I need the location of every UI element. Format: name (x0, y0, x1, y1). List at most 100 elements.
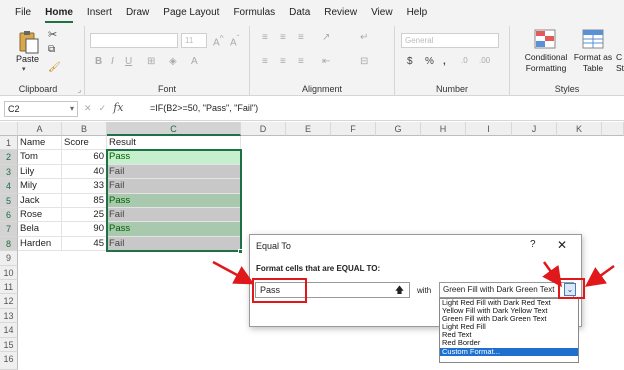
name-box-chevron-icon[interactable]: ▾ (70, 102, 74, 116)
cell-b8[interactable]: 45 (62, 236, 107, 252)
borders-icon[interactable]: ⊞ (147, 56, 155, 67)
currency-icon[interactable]: $ (407, 56, 413, 67)
merge-center-icon[interactable]: ⊟ (360, 56, 368, 67)
cell-a5[interactable]: Jack (18, 193, 62, 208)
format-as-table-button[interactable]: Format as Table (570, 52, 616, 74)
row-header-7[interactable]: 7 (0, 222, 18, 237)
cell-a2[interactable]: Tom (18, 150, 62, 165)
column-header-e[interactable]: E (286, 122, 331, 136)
column-header-a[interactable]: A (18, 122, 62, 136)
cell-a8[interactable]: Harden (18, 236, 62, 252)
name-box[interactable]: C2 ▾ (4, 101, 78, 117)
row-header-12[interactable]: 12 (0, 294, 18, 309)
cell-a3[interactable]: Lily (18, 164, 62, 180)
cell-b2[interactable]: 60 (62, 150, 107, 165)
comma-icon[interactable]: , (443, 56, 446, 67)
conditional-formatting-icon[interactable] (534, 29, 556, 49)
cell-b7[interactable]: 90 (62, 222, 107, 237)
font-size-dropdown[interactable]: 11 (181, 33, 207, 48)
cell-b1[interactable]: Score (62, 136, 107, 151)
column-header-i[interactable]: I (466, 122, 512, 136)
cell-b4[interactable]: 33 (62, 179, 107, 194)
font-name-dropdown[interactable] (90, 33, 178, 48)
column-header-l[interactable] (602, 122, 624, 136)
column-header-j[interactable]: J (512, 122, 557, 136)
increase-decimal-icon[interactable]: .0 (461, 56, 468, 65)
middle-align-icon[interactable]: ≡ (280, 32, 286, 43)
menu-file[interactable]: File (8, 0, 38, 26)
align-left-icon[interactable]: ≡ (262, 56, 268, 67)
formula-input[interactable]: =IF(B2>=50, "Pass", "Fail") (150, 101, 258, 116)
wrap-text-icon[interactable]: ↵ (360, 32, 368, 43)
menu-insert[interactable]: Insert (80, 0, 119, 26)
cell-a1[interactable]: Name (18, 136, 62, 151)
row-header-2[interactable]: 2 (0, 150, 18, 165)
fx-icon[interactable]: fx (113, 101, 123, 114)
shrink-font-icon[interactable]: Aˇ (230, 33, 239, 48)
format-option-custom-format[interactable]: Custom Format... (440, 347, 578, 356)
row-header-16[interactable]: 16 (0, 352, 18, 370)
paste-chevron-icon[interactable]: ▾ (22, 65, 26, 73)
menu-draw[interactable]: Draw (119, 0, 156, 26)
column-header-f[interactable]: F (331, 122, 376, 136)
decrease-decimal-icon[interactable]: .00 (479, 56, 490, 65)
column-header-g[interactable]: G (376, 122, 421, 136)
row-header-10[interactable]: 10 (0, 265, 18, 280)
underline-icon[interactable]: U (125, 56, 132, 67)
cell-a7[interactable]: Bela (18, 222, 62, 237)
row-header-1[interactable]: 1 (0, 136, 18, 151)
row-header-15[interactable]: 15 (0, 337, 18, 352)
grow-font-icon[interactable]: A^ (213, 33, 224, 48)
enter-icon[interactable]: ✓ (99, 103, 107, 113)
copy-icon[interactable]: ⧉ (48, 44, 55, 55)
percent-icon[interactable]: % (425, 56, 434, 67)
cell-b5[interactable]: 85 (62, 193, 107, 208)
fill-color-icon[interactable]: ◈ (169, 56, 177, 67)
align-right-icon[interactable]: ≡ (298, 56, 304, 67)
column-header-d[interactable]: D (241, 122, 286, 136)
align-center-icon[interactable]: ≡ (280, 56, 286, 67)
fill-handle[interactable] (238, 249, 243, 254)
close-icon[interactable]: ✕ (557, 238, 567, 252)
menu-data[interactable]: Data (282, 0, 317, 26)
help-icon[interactable]: ? (530, 239, 536, 250)
bold-icon[interactable]: B (95, 56, 102, 67)
dialog-launcher-icon[interactable]: ⌟ (78, 86, 81, 94)
row-header-5[interactable]: 5 (0, 193, 18, 208)
menu-review[interactable]: Review (317, 0, 364, 26)
format-painter-icon[interactable]: 🖌 (48, 62, 61, 73)
font-color-icon[interactable]: A (191, 56, 198, 67)
cell-b3[interactable]: 40 (62, 164, 107, 180)
row-header-6[interactable]: 6 (0, 208, 18, 223)
collapse-dialog-icon[interactable]: 🡅 (392, 283, 407, 297)
menu-home[interactable]: Home (38, 0, 80, 26)
cancel-icon[interactable]: ✕ (84, 103, 92, 113)
row-header-11[interactable]: 11 (0, 280, 18, 295)
cell-b6[interactable]: 25 (62, 208, 107, 223)
indent-icon[interactable]: ⇤ (322, 56, 330, 67)
cut-icon[interactable]: ✂ (48, 28, 57, 41)
column-header-k[interactable]: K (557, 122, 602, 136)
column-header-b[interactable]: B (62, 122, 107, 136)
paste-icon[interactable] (17, 30, 39, 54)
conditional-formatting-button[interactable]: Conditional Formatting (520, 52, 572, 74)
format-as-table-icon[interactable] (582, 29, 604, 49)
paste-label[interactable]: Paste (16, 54, 39, 64)
italic-icon[interactable]: I (111, 56, 114, 67)
orientation-icon[interactable]: ↗ (322, 32, 330, 43)
menu-page-layout[interactable]: Page Layout (156, 0, 226, 26)
column-header-c[interactable]: C (107, 122, 241, 136)
row-header-4[interactable]: 4 (0, 179, 18, 194)
row-header-3[interactable]: 3 (0, 164, 18, 180)
menu-formulas[interactable]: Formulas (226, 0, 282, 26)
cell-styles-button[interactable]: C St (616, 52, 624, 74)
menu-view[interactable]: View (364, 0, 400, 26)
column-header-h[interactable]: H (421, 122, 466, 136)
bottom-align-icon[interactable]: ≡ (298, 32, 304, 43)
format-style-select[interactable]: Green Fill with Dark Green Text (439, 282, 574, 298)
cell-a6[interactable]: Rose (18, 208, 62, 223)
cell-c1[interactable]: Result (107, 136, 241, 151)
menu-help[interactable]: Help (400, 0, 435, 26)
row-header-13[interactable]: 13 (0, 308, 18, 324)
number-format-dropdown[interactable]: General (401, 33, 499, 48)
